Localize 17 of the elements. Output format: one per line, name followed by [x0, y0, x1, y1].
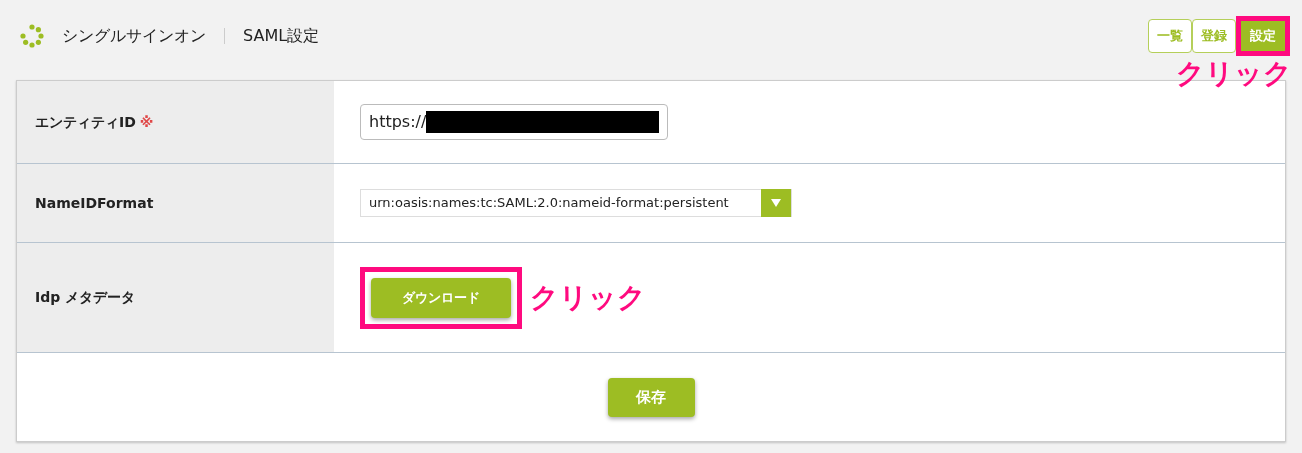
row-label: エンティティID	[35, 112, 136, 132]
tab[interactable]: 設定	[1241, 21, 1285, 51]
callout-text: クリック	[1176, 60, 1292, 88]
page-title: シングルサインオン	[62, 25, 206, 47]
spinner-icon	[20, 24, 44, 48]
page-subtitle: SAML設定	[243, 25, 320, 47]
tab[interactable]: 登録	[1192, 19, 1236, 53]
callout-text: クリック	[530, 279, 646, 316]
entity-id-field[interactable]: https://	[360, 104, 668, 140]
save-button[interactable]: 保存	[607, 377, 695, 417]
required-mark: ※	[139, 112, 154, 132]
field-value: https://	[369, 111, 427, 133]
download-button[interactable]: ダウンロード	[371, 277, 511, 318]
tab[interactable]: 一覧	[1148, 19, 1192, 53]
format-select[interactable]: urn:oasis:names:tc:SAML:2.0:nameid-format:persistent	[360, 189, 792, 217]
row-label: NameIDFormat	[35, 193, 154, 213]
row-label: Idp メタデータ	[35, 288, 136, 307]
